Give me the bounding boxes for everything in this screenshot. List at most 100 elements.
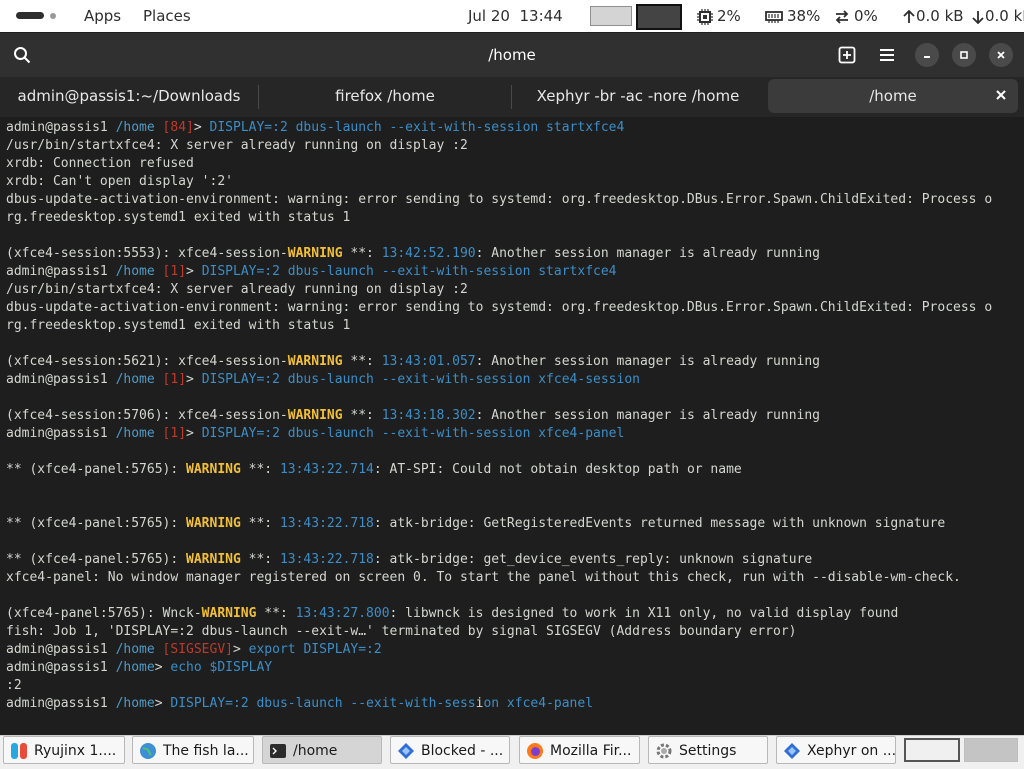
swap-icon (835, 9, 849, 24)
new-tab-button[interactable] (835, 43, 859, 67)
terminal-line: admin@passis1 /home [1]> DISPLAY=:2 dbus… (6, 263, 617, 281)
terminal-line: admin@passis1 /home [1]> DISPLAY=:2 dbus… (6, 371, 640, 389)
terminal-text: (xfce4-session:5621): xfce4-session- (6, 354, 288, 369)
terminal-text: admin@passis1 (6, 696, 116, 711)
terminal-text: ** (xfce4-panel:5765): (6, 552, 187, 567)
memory-indicator[interactable]: 38% (765, 0, 820, 32)
apps-menu[interactable]: Apps (84, 0, 121, 32)
hamburger-menu-icon (880, 49, 894, 61)
terminal-text: **: (240, 462, 280, 477)
tab-downloads[interactable]: admin@passis1:~/Downloads (0, 77, 258, 115)
task-label: Ryujinx 1.... (34, 743, 117, 759)
cpu-value: 2% (717, 7, 741, 25)
menu-button[interactable] (875, 43, 899, 67)
tab-label: Xephyr -br -ac -nore /home (536, 87, 740, 105)
xephyr-icon (398, 743, 414, 759)
terminal-text: DISPLAY=:2 dbus-launch --exit-with-sessi… (201, 426, 625, 441)
task-label: Mozilla Fir... (550, 743, 632, 759)
workspace-dot[interactable] (50, 13, 56, 19)
window-title: /home (488, 46, 536, 64)
download-value: 0.0 kB (985, 7, 1024, 25)
terminal-text: 13:43:22.718 (279, 516, 374, 531)
minimize-button[interactable] (915, 43, 939, 67)
xephyr-icon (784, 743, 800, 759)
firefox-icon (527, 743, 543, 759)
terminal-line: admin@passis1 /home> echo $DISPLAY (6, 659, 272, 677)
upload-indicator[interactable]: 0.0 kB (903, 0, 964, 32)
terminal-text: > (154, 660, 171, 675)
task-fish-docs[interactable]: The fish la... (132, 736, 254, 764)
close-tab-button[interactable] (996, 79, 1006, 113)
terminal-text: : atk-bridge: GetRegisteredEvents return… (373, 516, 946, 531)
globe-icon (140, 743, 156, 759)
terminal-text: /home (115, 642, 163, 657)
workspace-2-thumbnail[interactable] (636, 4, 682, 30)
task-label: Blocked - ... (421, 743, 504, 759)
close-icon (996, 90, 1006, 100)
places-menu[interactable]: Places (143, 0, 191, 32)
memory-value: 38% (787, 7, 821, 25)
terminal-text: WARNING (287, 408, 343, 423)
terminal-text: DISPLAY=:2 dbus-launch --exit-with-sessi… (201, 264, 617, 279)
maximize-button[interactable] (952, 43, 976, 67)
terminal-line: ** (xfce4-panel:5765): WARNING **: 13:43… (6, 551, 812, 569)
terminal-text: admin@passis1 (6, 120, 116, 135)
workspace-switcher-2[interactable] (964, 738, 1018, 762)
close-icon (997, 51, 1005, 59)
terminal-text: **: (240, 516, 280, 531)
maximize-icon (960, 51, 968, 59)
tab-firefox[interactable]: firefox /home (259, 77, 511, 115)
workspace-1-thumbnail[interactable] (590, 6, 632, 26)
terminal-text: 13:43:22.718 (279, 552, 374, 567)
cpu-indicator[interactable]: 2% (697, 0, 741, 32)
terminal-text: fish: Job 1, 'DISPLAY=:2 dbus-launch --e… (6, 624, 797, 639)
terminal-text: dbus-update-activation-environment: warn… (6, 300, 993, 315)
task-blocked[interactable]: Blocked - ... (390, 736, 510, 764)
terminal-text: 13:43:22.714 (279, 462, 374, 477)
task-ryujinx[interactable]: Ryujinx 1.... (3, 736, 125, 764)
activities-indicator[interactable] (16, 12, 44, 19)
tab-home[interactable]: /home (768, 79, 1018, 113)
workspace-switcher-1[interactable] (904, 738, 960, 762)
terminal-text: **: (256, 606, 296, 621)
terminal-text: 13:42:52.190 (381, 246, 476, 261)
terminal-line: rg.freedesktop.systemd1 exited with stat… (6, 209, 350, 227)
task-xephyr[interactable]: Xephyr on ... (776, 736, 896, 764)
terminal-output[interactable]: admin@passis1 /home [84] > DISPLAY=:2 dbu… (0, 119, 1024, 735)
terminal-line: admin@passis1 /home [84]> DISPLAY=:2 dbu… (6, 119, 624, 137)
terminal-line: /usr/bin/startxfce4: X server already ru… (6, 281, 468, 299)
terminal-header-bar: /home (0, 33, 1024, 77)
terminal-line: (xfce4-session:5553): xfce4-session-WARN… (6, 245, 820, 263)
swap-indicator[interactable]: 0% (834, 0, 878, 32)
upload-value: 0.0 kB (916, 7, 964, 25)
terminal-text: [84] (162, 120, 194, 135)
cpu-icon (697, 8, 713, 25)
terminal-text: rg.freedesktop.systemd1 exited with stat… (6, 318, 351, 333)
search-button[interactable] (10, 43, 34, 67)
tab-xephyr[interactable]: Xephyr -br -ac -nore /home (512, 77, 764, 115)
download-indicator[interactable]: 0.0 kB (972, 0, 1024, 32)
search-icon (14, 47, 31, 64)
terminal-text: > (186, 372, 202, 387)
terminal-text: : Another session manager is already run… (475, 408, 820, 423)
task-terminal-home[interactable]: /home (262, 736, 382, 764)
clock[interactable]: Jul 20 13:44 (468, 0, 563, 32)
terminal-text: export DISPLAY=:2 (248, 642, 382, 657)
task-settings[interactable]: Settings (648, 736, 768, 764)
terminal-text: ** (xfce4-panel:5765): (6, 516, 187, 531)
terminal-text: DISPLAY=:2 dbus-launch --exit-with-sess (170, 696, 476, 711)
close-window-button[interactable] (989, 43, 1013, 67)
terminal-text: **: (240, 552, 280, 567)
terminal-text: /home (115, 660, 155, 675)
terminal-text: /usr/bin/startxfce4: X server already ru… (6, 282, 468, 297)
terminal-text: xrdb: Connection refused (6, 156, 194, 171)
ryujinx-icon (11, 743, 27, 759)
task-firefox[interactable]: Mozilla Fir... (519, 736, 640, 764)
terminal-line: fish: Job 1, 'DISPLAY=:2 dbus-launch --e… (6, 623, 797, 641)
terminal-text: xfce4-panel: No window manager registere… (6, 570, 961, 585)
terminal-text: WARNING (186, 552, 241, 567)
settings-icon (656, 743, 672, 759)
arrow-up-icon (903, 9, 915, 23)
terminal-text: admin@passis1 (6, 426, 116, 441)
terminal-line: :2 (6, 677, 22, 695)
